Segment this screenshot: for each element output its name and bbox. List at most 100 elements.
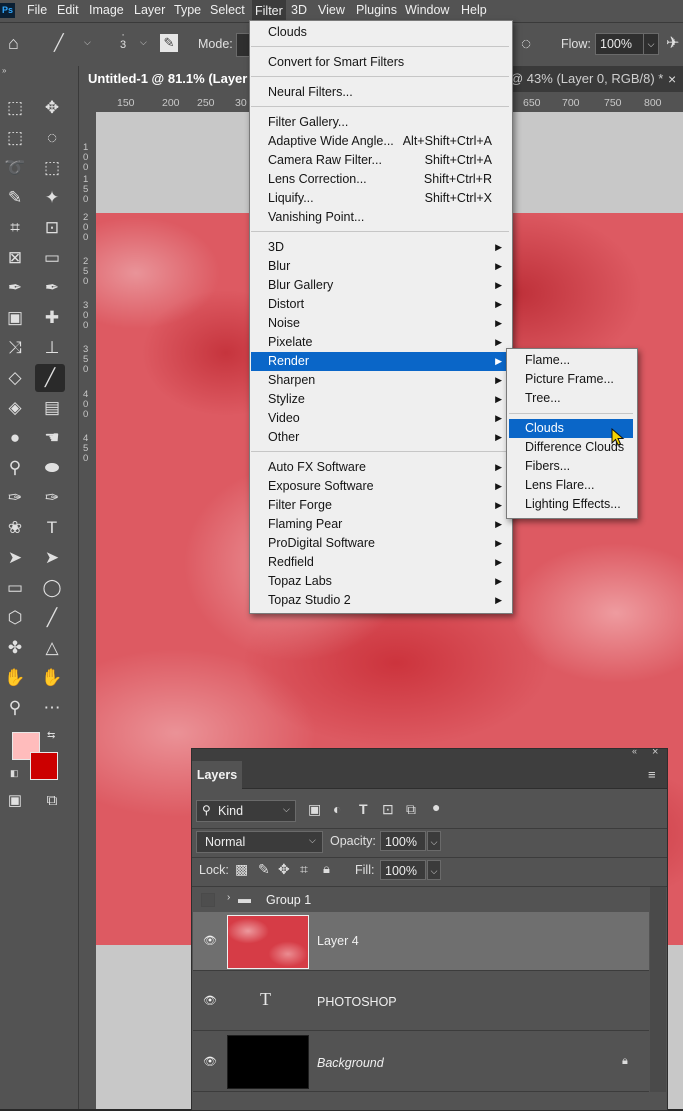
ellipse-tool-icon[interactable]: ◯ [37, 574, 67, 602]
perspective-crop-tool-icon[interactable]: ⊡ [37, 214, 67, 242]
brush-size-preview[interactable]: · 3 [120, 30, 126, 51]
mode-select[interactable] [236, 33, 250, 57]
menu-edit[interactable]: Edit [57, 3, 79, 17]
layer-row[interactable]: 👁︎ Background 🔒︎ [193, 1031, 649, 1092]
menu-item-tree[interactable]: Tree... [507, 389, 635, 408]
eye-icon[interactable]: 👁︎ [203, 1055, 217, 1068]
menu-view[interactable]: View [318, 3, 345, 17]
object-selection-tool-icon[interactable]: ⬚ [37, 154, 67, 182]
flow-input[interactable]: 100% [595, 33, 647, 55]
clone-stamp-tool-icon[interactable]: ⊥ [37, 334, 67, 362]
brush-tool-icon[interactable]: ╱ [54, 33, 64, 53]
menu-item-lighting-effects[interactable]: Lighting Effects... [507, 495, 635, 514]
layer-group-row[interactable]: › ▬ Group 1 [193, 887, 649, 913]
menu-item-picture-frame[interactable]: Picture Frame... [507, 370, 635, 389]
menu-item-pixelate[interactable]: Pixelate ▶ [250, 333, 510, 352]
pen-tool-icon[interactable]: ✑ [37, 484, 67, 512]
layer-row[interactable]: 👁︎ T PHOTOSHOP [193, 971, 649, 1031]
airbrush-icon[interactable]: ✈ [666, 33, 679, 53]
type-tool-icon[interactable]: T [37, 514, 67, 542]
triangle-tool-icon[interactable]: △ [37, 634, 67, 662]
menu-item-exposure-software[interactable]: Exposure Software ▶ [250, 477, 510, 496]
lock-all-icon[interactable]: 🔒︎ [323, 861, 330, 877]
vertical-ruler[interactable]: 1 0 0 1 5 0 2 0 0 2 5 0 3 0 0 3 5 0 4 0 … [78, 112, 96, 1109]
menu-item-vanishing-point[interactable]: Vanishing Point... [250, 208, 510, 227]
menu-type[interactable]: Type [174, 3, 201, 17]
blur-tool-icon[interactable]: ● [0, 424, 30, 452]
blend-mode-select[interactable]: Normal ⌵ [196, 831, 323, 853]
menu-item-noise[interactable]: Noise ▶ [250, 314, 510, 333]
brain-icon[interactable]: ❀ [0, 514, 30, 542]
shape-layer-filter-icon[interactable]: ⊡ [382, 801, 394, 818]
close-icon[interactable]: × [652, 746, 658, 758]
brush-settings-panel-icon[interactable]: ✎ [160, 34, 178, 52]
menu-filter[interactable]: Filter [252, 0, 286, 22]
photoshop-logo-icon[interactable]: Ps [0, 3, 15, 18]
rect-marquee-tool-icon[interactable]: ⬚ [0, 124, 30, 152]
brush-tool-icon[interactable]: ╱ [35, 364, 65, 392]
menu-item-fibers[interactable]: Fibers... [507, 457, 635, 476]
fill-dropdown[interactable]: ⌵ [427, 860, 441, 880]
dodge-tool-icon[interactable]: ⚲ [0, 454, 30, 482]
artboard-tool-icon[interactable]: ⬚ [0, 94, 30, 122]
menu-item-topaz-studio-2[interactable]: Topaz Studio 2 ▶ [250, 591, 510, 610]
menu-image[interactable]: Image [89, 3, 124, 17]
quick-selection-tool-icon[interactable]: ✎ [0, 184, 30, 212]
frame-tool-icon[interactable]: ⊠ [0, 244, 30, 272]
menu-item-render[interactable]: Render ▶ [251, 352, 509, 371]
menu-item-blur[interactable]: Blur ▶ [250, 257, 510, 276]
menu-item-adaptive-wide-angle[interactable]: Adaptive Wide Angle... Alt+Shift+Ctrl+A [250, 132, 510, 151]
flow-dropdown[interactable]: ⌵ [643, 33, 659, 55]
menu-item-neural-filters[interactable]: Neural Filters... [250, 83, 510, 102]
menu-item-convert-smart-filters[interactable]: Convert for Smart Filters [250, 53, 510, 72]
opacity-dropdown[interactable]: ⌵ [427, 831, 441, 851]
menu-item-flaming-pear[interactable]: Flaming Pear ▶ [250, 515, 510, 534]
menu-item-lens-correction[interactable]: Lens Correction... Shift+Ctrl+R [250, 170, 510, 189]
tab-layers[interactable]: Layers [192, 761, 242, 789]
visibility-toggle[interactable] [201, 893, 215, 907]
tab-untitled-1[interactable]: Untitled-1 @ 81.1% (Layer [78, 66, 250, 92]
menu-window[interactable]: Window [405, 3, 449, 17]
color-sampler-tool-icon[interactable]: ✒ [37, 274, 67, 302]
opacity-input[interactable]: 100% [380, 831, 426, 851]
menu-item-sharpen[interactable]: Sharpen ▶ [250, 371, 510, 390]
ellipse-marquee-tool-icon[interactable]: ◌ [37, 124, 67, 152]
menu-item-liquify[interactable]: Liquify... Shift+Ctrl+X [250, 189, 510, 208]
polygon-tool-icon[interactable]: ⬡ [0, 604, 30, 632]
filter-toggle-icon[interactable]: ● [432, 799, 440, 815]
menu-item-video[interactable]: Video ▶ [250, 409, 510, 428]
lock-position-icon[interactable]: ✥ [278, 861, 290, 878]
home-icon[interactable]: ⌂ [8, 33, 19, 54]
menu-item-prodigital-software[interactable]: ProDigital Software ▶ [250, 534, 510, 553]
crop-tool-icon[interactable]: ⌗ [0, 214, 30, 242]
swap-colors-icon[interactable]: ⇆ [47, 730, 55, 741]
zoom-tool-icon[interactable]: ⚲ [0, 694, 30, 722]
menu-item-lens-flare[interactable]: Lens Flare... [507, 476, 635, 495]
menu-item-topaz-labs[interactable]: Topaz Labs ▶ [250, 572, 510, 591]
eraser-tool-icon[interactable]: ◇ [0, 364, 30, 392]
tab-second-document[interactable]: @ 43% (Layer 0, RGB/8) * [510, 66, 663, 92]
eye-icon[interactable]: 👁︎ [203, 934, 217, 947]
menu-item-3d[interactable]: 3D ▶ [250, 238, 510, 257]
paint-bucket-tool-icon[interactable]: ◈ [0, 394, 30, 422]
hand-tool-icon[interactable]: ✋ [0, 664, 30, 692]
layer-row[interactable]: 👁︎ Layer 4 [193, 912, 649, 971]
gradient-tool-icon[interactable]: ▤ [37, 394, 67, 422]
scrollbar[interactable] [650, 887, 666, 1092]
rectangle-tool-icon[interactable]: ▭ [0, 574, 30, 602]
smudge-tool-icon[interactable]: ☚ [37, 424, 67, 452]
more-tools-icon[interactable]: ⋯ [37, 694, 67, 722]
menu-item-filter-forge[interactable]: Filter Forge ▶ [250, 496, 510, 515]
menu-item-flame[interactable]: Flame... [507, 351, 635, 370]
type-layer-filter-icon[interactable]: T [359, 801, 368, 817]
menu-file[interactable]: File [27, 3, 47, 17]
lock-transparent-pixels-icon[interactable]: ▩ [235, 861, 248, 878]
path-selection-tool-icon[interactable]: ➤ [0, 544, 30, 572]
move-tool-icon[interactable]: ✥ [37, 94, 67, 122]
menu-item-redfield[interactable]: Redfield ▶ [250, 553, 510, 572]
sponge-tool-icon[interactable]: ⬬ [37, 454, 67, 482]
pressure-opacity-icon[interactable]: ◌ [521, 34, 531, 54]
healing-brush-tool-icon[interactable]: ✚ [37, 304, 67, 332]
adjustment-layer-filter-icon[interactable]: ◐ [333, 801, 341, 817]
chevron-right-icon[interactable]: › [227, 892, 230, 903]
